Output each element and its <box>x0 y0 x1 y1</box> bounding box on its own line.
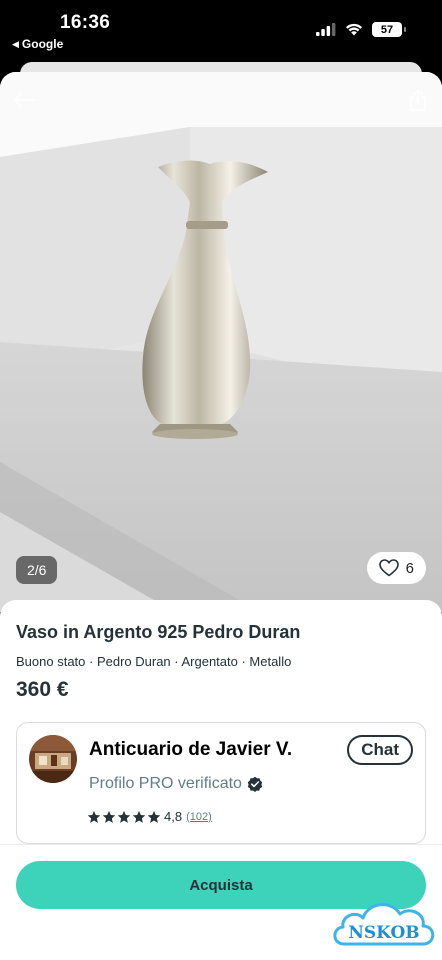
rating-stars <box>87 810 161 824</box>
status-time: 16:36 <box>60 12 111 33</box>
back-to-app-link[interactable]: ◀ Google <box>12 37 63 51</box>
status-bar: 16:36 ◀ Google 57 <box>0 0 442 62</box>
vase-photo <box>0 72 442 612</box>
pro-verified-row: Profilo PRO verificato <box>89 775 263 793</box>
star-icon <box>102 810 116 823</box>
share-icon <box>410 89 426 111</box>
cellular-signal-icon <box>316 23 336 36</box>
verified-badge-icon <box>247 776 263 792</box>
review-count-link[interactable]: (102) <box>186 811 212 823</box>
watermark-text: NSKOB <box>348 923 419 943</box>
star-icon <box>87 810 101 823</box>
arrow-left-icon <box>13 92 35 108</box>
share-button[interactable] <box>402 84 434 116</box>
seller-name[interactable]: Anticuario de Javier V. <box>89 739 292 761</box>
like-count: 6 <box>405 559 414 577</box>
image-page-indicator: 2/6 <box>16 556 58 584</box>
product-price: 360 € <box>16 678 69 701</box>
seller-card[interactable]: Anticuario de Javier V. Chat Profilo PRO… <box>16 722 426 844</box>
back-triangle-icon: ◀ <box>12 38 19 49</box>
star-icon <box>132 810 146 823</box>
battery-indicator: 57 <box>372 22 406 37</box>
seller-rating[interactable]: 4,8 (102) <box>87 809 212 824</box>
back-button[interactable] <box>8 84 40 116</box>
pro-verified-label: Profilo PRO verificato <box>89 775 242 792</box>
wifi-icon <box>346 23 362 36</box>
product-attributes: Buono stato · Pedro Duran · Argentato · … <box>16 654 292 669</box>
heart-icon <box>378 559 399 577</box>
rating-value: 4,8 <box>164 809 183 824</box>
status-indicators: 57 <box>316 22 406 37</box>
product-image-gallery[interactable]: 2/6 6 <box>0 72 442 612</box>
star-icon <box>117 810 131 823</box>
chat-button[interactable]: Chat <box>347 735 413 765</box>
back-app-label: Google <box>21 37 64 51</box>
seller-avatar[interactable] <box>29 735 77 783</box>
product-title: Vaso in Argento 925 Pedro Duran <box>16 622 301 642</box>
star-icon <box>147 810 161 823</box>
nskob-watermark: NSKOB <box>333 903 435 946</box>
like-button[interactable]: 6 <box>366 552 426 584</box>
